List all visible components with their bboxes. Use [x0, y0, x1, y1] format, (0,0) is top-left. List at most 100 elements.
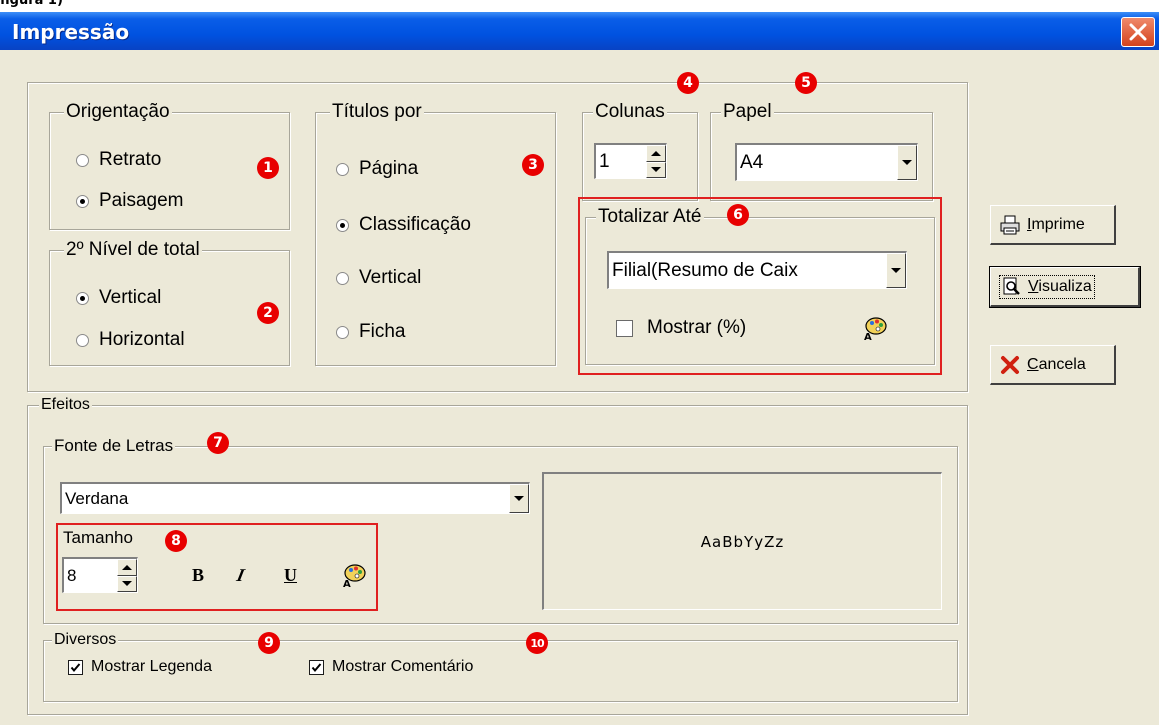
preview-button[interactable]: Visualiza — [989, 266, 1141, 308]
titles-legend: Títulos por — [330, 101, 424, 123]
radio-label: Paisagem — [99, 190, 184, 211]
close-button[interactable] — [1121, 17, 1155, 47]
totalize-group: Totalizar Até Filial(Resumo de Caix Most… — [585, 206, 935, 365]
show-percent-label: Mostrar (%) — [647, 317, 747, 338]
radio-indicator[interactable] — [336, 162, 349, 176]
printer-icon — [1000, 215, 1020, 234]
font-select[interactable]: Verdana — [60, 482, 530, 514]
annotation-badge-5: 5 — [795, 72, 817, 94]
radio-horizontal[interactable]: Horizontal — [76, 329, 185, 351]
show-comment-checkbox[interactable]: Mostrar Comentário — [309, 656, 473, 678]
orientation-group: Origentação Retrato Paisagem — [49, 101, 290, 230]
columns-value: 1 — [599, 150, 610, 172]
checkbox-box[interactable] — [616, 319, 633, 337]
checkmark-icon — [70, 662, 81, 672]
radio-ficha[interactable]: Ficha — [336, 321, 405, 343]
font-value: Verdana — [65, 488, 129, 508]
radio-retrato[interactable]: Retrato — [76, 149, 161, 171]
size-spinner[interactable]: 8 — [62, 557, 138, 593]
radio-pagina[interactable]: Página — [336, 158, 418, 180]
color-palette-icon[interactable]: A — [341, 562, 367, 593]
totalize-dropdown-button[interactable] — [886, 253, 906, 288]
figure-caption: figura 1) — [0, 0, 63, 8]
color-palette-icon[interactable]: A — [862, 315, 888, 346]
radio-indicator[interactable] — [76, 333, 89, 347]
preview-button-label: Visualiza — [1028, 277, 1092, 295]
annotation-badge-7: 7 — [207, 432, 229, 454]
show-legend-checkbox[interactable]: Mostrar Legenda — [68, 656, 212, 678]
columns-legend: Colunas — [593, 101, 667, 123]
bold-button[interactable]: B — [192, 565, 204, 586]
titles-group: Títulos por Página Classificação Vertica… — [315, 101, 556, 366]
magnifier-page-icon — [1003, 277, 1020, 295]
radio-indicator-selected[interactable] — [76, 194, 89, 208]
paper-value: A4 — [740, 151, 764, 173]
font-legend: Fonte de Letras — [52, 436, 176, 456]
print-button[interactable]: Imprime — [990, 205, 1116, 245]
effects-legend: Efeitos — [39, 396, 92, 414]
cancel-button[interactable]: Cancela — [990, 345, 1116, 385]
radio-label: Ficha — [359, 321, 406, 342]
cancel-x-icon — [1001, 355, 1019, 374]
cancel-button-label: Cancela — [1027, 355, 1086, 373]
paper-select[interactable]: A4 — [735, 143, 918, 181]
radio-classificacao[interactable]: Classificação — [336, 214, 471, 236]
annotation-badge-4: 4 — [677, 72, 699, 94]
show-percent-checkbox[interactable]: Mostrar (%) — [616, 316, 746, 340]
chevron-down-icon — [514, 496, 524, 501]
totalize-legend: Totalizar Até — [596, 206, 704, 228]
spin-down-button[interactable] — [646, 161, 666, 178]
print-dialog: Impressão Origentação Retrato Paisagem 1… — [0, 12, 1159, 725]
radio-indicator-selected[interactable] — [76, 291, 89, 305]
radio-indicator[interactable] — [76, 153, 89, 167]
radio-vertical[interactable]: Vertical — [76, 287, 161, 309]
print-button-label: Imprime — [1027, 215, 1085, 233]
paper-dropdown-button[interactable] — [897, 145, 917, 180]
annotation-badge-10: 10 — [526, 632, 548, 654]
radio-label: Classificação — [359, 214, 471, 235]
radio-indicator[interactable] — [336, 271, 349, 285]
annotation-badge-8: 8 — [165, 530, 187, 552]
close-x-icon — [1129, 23, 1147, 41]
annotation-badge-2: 2 — [257, 302, 279, 324]
spin-down-button[interactable] — [117, 575, 137, 592]
radio-label: Vertical — [99, 287, 162, 308]
totalize-select[interactable]: Filial(Resumo de Caix — [607, 251, 907, 289]
orientation-legend: Origentação — [64, 101, 172, 123]
annotation-badge-9: 9 — [258, 632, 280, 654]
chevron-down-icon — [902, 160, 912, 165]
underline-button[interactable]: U — [284, 565, 297, 586]
paper-legend: Papel — [721, 101, 774, 123]
svg-text:A: A — [864, 332, 872, 341]
spin-up-button[interactable] — [646, 145, 666, 162]
size-label: Tamanho — [63, 528, 133, 547]
columns-group: Colunas 1 — [582, 101, 698, 201]
show-comment-label: Mostrar Comentário — [332, 658, 474, 675]
total-level-group: 2º Nível de total Vertical Horizontal — [49, 239, 290, 366]
annotation-badge-1: 1 — [257, 157, 279, 179]
checkbox-box-checked[interactable] — [68, 659, 83, 675]
focus-ring: Visualiza — [999, 274, 1095, 299]
totalize-value: Filial(Resumo de Caix — [612, 259, 798, 281]
radio-label: Horizontal — [99, 329, 185, 350]
chevron-down-icon — [891, 268, 901, 273]
radio-paisagem[interactable]: Paisagem — [76, 190, 184, 212]
font-dropdown-button[interactable] — [509, 484, 529, 513]
font-sample-text: AaBbYyZz — [700, 532, 785, 551]
checkmark-icon — [311, 662, 322, 672]
size-spin-buttons[interactable] — [117, 559, 137, 592]
title-bar: Impressão — [0, 12, 1159, 50]
radio-vertical-titulos[interactable]: Vertical — [336, 267, 421, 289]
radio-label: Vertical — [359, 267, 422, 288]
columns-spinner[interactable]: 1 — [594, 143, 667, 179]
radio-label: Página — [359, 158, 419, 179]
radio-indicator-selected[interactable] — [336, 218, 349, 232]
radio-indicator[interactable] — [336, 325, 349, 339]
spin-up-button[interactable] — [117, 559, 137, 576]
columns-spin-buttons[interactable] — [646, 145, 666, 178]
misc-legend: Diversos — [52, 631, 119, 649]
paper-group: Papel A4 — [710, 101, 933, 201]
checkbox-box-checked[interactable] — [309, 659, 324, 675]
size-value: 8 — [67, 565, 77, 585]
svg-text:A: A — [343, 579, 351, 588]
